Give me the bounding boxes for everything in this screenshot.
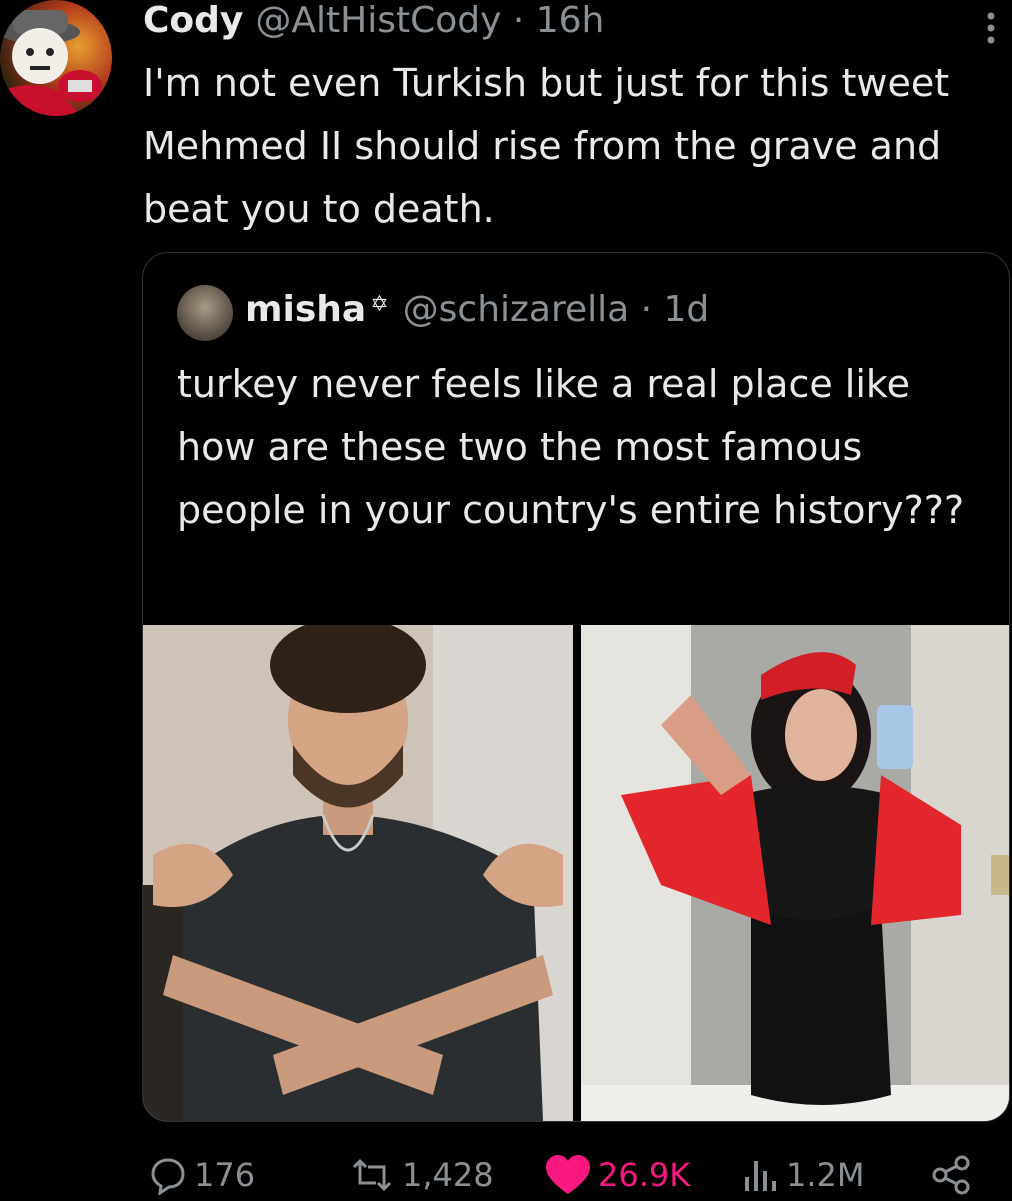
like-count: 26.9K [598,1156,691,1194]
tweet-header: Cody @AltHistCody · 16h [143,0,604,44]
quoted-tweet-time[interactable]: 1d [664,289,710,330]
views-chart-icon [745,1161,776,1191]
views-button[interactable]: 1.2M [740,1150,865,1200]
author-avatar[interactable] [0,0,112,116]
share-button[interactable] [930,1150,974,1200]
star-of-david-icon: ✡ [370,292,389,317]
separator-dot: · [629,289,664,330]
quoted-author-avatar[interactable] [177,285,233,341]
avatar-illustration [0,10,102,116]
retweet-count: 1,428 [402,1156,494,1194]
quoted-photo-2[interactable] [581,625,1009,1121]
quoted-photo-1[interactable] [143,617,573,1121]
author-name[interactable]: Cody [143,0,243,41]
quoted-tweet-header: misha ✡ @schizarella · 1d [245,289,709,330]
quoted-tweet-text: turkey never feels like a real place lik… [177,362,965,532]
views-count: 1.2M [786,1156,865,1194]
retweet-icon [352,1158,392,1192]
reply-count: 176 [194,1156,256,1194]
like-button[interactable]: 26.9K [544,1150,690,1200]
quoted-tweet[interactable]: misha ✡ @schizarella · 1d turkey never f… [142,252,1010,1122]
tweet-time[interactable]: 16h [536,0,605,41]
share-icon [932,1155,970,1195]
quoted-author-handle[interactable]: @schizarella [403,289,630,330]
retweet-button[interactable]: 1,428 [348,1150,494,1200]
action-bar: 176 1,428 26.9K 1.2M [0,1150,1012,1200]
more-options-icon[interactable] [976,6,1006,50]
heart-icon [546,1155,590,1194]
tweet-text: I'm not even Turkish but just for this t… [143,61,950,231]
author-handle[interactable]: @AltHistCody [255,0,501,41]
quoted-author-name[interactable]: misha [245,289,366,330]
separator-dot: · [501,0,536,41]
reply-button[interactable]: 176 [148,1150,255,1200]
reply-icon [151,1158,185,1195]
